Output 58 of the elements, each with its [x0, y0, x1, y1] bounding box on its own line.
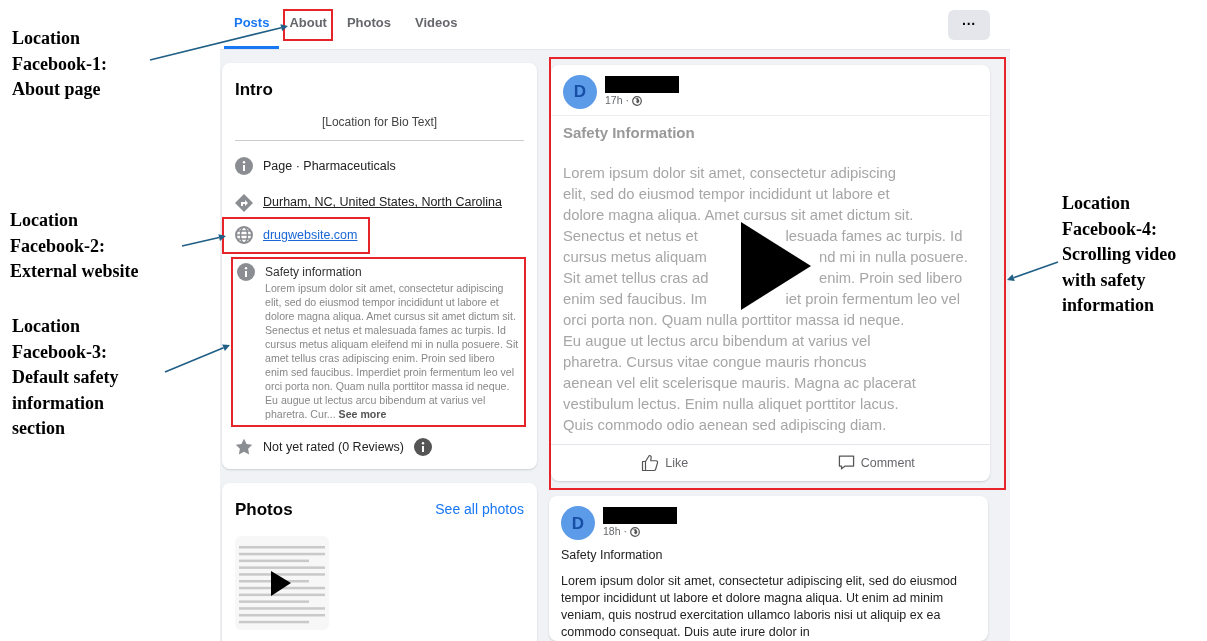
video-text-line: iet proin fermentum leo vel: [785, 289, 960, 309]
tab[interactable]: Photos: [336, 0, 401, 49]
annotation-label: Location Facebook-3: Default safety information section: [12, 315, 119, 440]
tab[interactable]: About: [285, 13, 331, 36]
video-text-line: lesuada fames ac turpis. Id: [785, 226, 963, 246]
more-button[interactable]: ···: [948, 9, 990, 40]
star-icon: [235, 438, 253, 457]
video-text-line: dolore magna aliqua. Amet cursus sit amet dictum sit.: [563, 205, 914, 225]
annotation-label: Location Facebook-4: Scrolling video with safety information: [1062, 192, 1177, 317]
location-link[interactable]: Durham, NC, United States, North Carolina: [263, 193, 502, 212]
thumbs-up-icon: [641, 453, 660, 472]
avatar: D: [563, 75, 597, 109]
video-text-line: Eu augue ut lectus arcu bibendum at varius vel: [563, 331, 871, 351]
globe-icon: [629, 526, 640, 537]
video-text-line: Sit amet tellus cras ad: [563, 268, 709, 288]
comment-icon: [837, 454, 855, 472]
info-icon: [414, 438, 433, 457]
video-text-line: vestibulum lectus. Enim nulla aliquet porttitor lacus.: [563, 394, 899, 414]
video-text-line: nd mi in nulla posuere.: [819, 247, 968, 267]
card-title: Photos: [235, 498, 293, 521]
video-text-line: elit, sed do eiusmod tempor incididunt ut labore et: [563, 184, 890, 204]
video-text-line: pharetra. Cursus vitae congue mauris rhoncus: [563, 352, 867, 372]
card-title: Intro: [235, 79, 274, 101]
video-text-line: Quis commodo odio aenean sed adipiscing diam.: [563, 415, 887, 435]
see-all-link[interactable]: See all photos: [435, 498, 524, 520]
avatar: D: [561, 506, 595, 541]
post-text: Lorem ipsum dolor sit amet, consectetur adipiscing elit, sed do eiusmod tempor incididunt ut labore et dolore magna aliqua. Ut enim ad minim veniam, quis nostrud exercitation ullamco laboris nisi ut aliquip ex ea commodo consequat. Duis aute irure dolor in: [560, 573, 959, 641]
category-text: Page · Pharmaceuticals: [263, 157, 396, 175]
tab[interactable]: Posts: [224, 0, 280, 49]
tab[interactable]: Videos: [405, 0, 468, 49]
video-text-line: aenean vel elit scelerisque mauris. Magna ac placerat: [563, 373, 916, 393]
rating-text: Not yet rated (0 Reviews): [263, 438, 405, 456]
video-title: Safety Information: [563, 123, 696, 143]
video-text-line: Senectus et netus et: [563, 226, 698, 246]
safety-text: Lorem ipsum dolor sit amet, consectetur adipiscing elit, sed do eiusmod tempor incididunt ut labore et dolore magna aliqua. Amet cursus sit amet dictum sit. Senectus et netus et malesuada fames ac turpis. Id cursus metus aliquam eleifend mi in nulla posuere. Sit amet tellus cras adipiscing enim. Proin sed libero enim sed faucibus. Imperdiet proin fermentum leo vel orci porta non. Quam nulla porttitor massa id neque. Eu augue ut lectus arcu bibendum at varius vel pharetra. Cur... See more: [265, 280, 519, 421]
video-text-line: orci porta non. Quam nulla porttitor massa id neque.: [563, 310, 905, 330]
annotation-arrow: [164, 344, 230, 373]
video-text-line: enim. Proin sed libero: [819, 268, 963, 288]
video-text-line: cursus metus aliquam: [563, 247, 707, 267]
video-text-line: Lorem ipsum dolor sit amet, consectetur adipiscing: [563, 163, 897, 183]
like-button[interactable]: Like: [559, 449, 771, 477]
annotation-label: Location Facebook-1: About page: [12, 27, 107, 101]
info-icon: [237, 262, 255, 281]
section-title: Safety information: [265, 263, 363, 281]
post-time: 18h ·: [603, 523, 627, 539]
website-link[interactable]: drugwebsite.com: [263, 226, 358, 245]
annotation-arrow: [181, 234, 226, 247]
post-title: Safety Information: [560, 547, 664, 565]
post-time: 17h ·: [605, 92, 629, 108]
info-icon: [235, 156, 253, 175]
comment-button[interactable]: Comment: [770, 449, 982, 477]
annotation-label: Location Facebook-2: External website: [10, 209, 139, 283]
video-text-line: enim sed faucibus. Im: [563, 289, 707, 309]
direction-icon: [235, 193, 253, 212]
globe-icon: [235, 226, 253, 245]
bio-text: [Location for Bio Text]: [235, 112, 524, 141]
annotation-arrow: [1007, 261, 1059, 281]
globe-icon: [631, 95, 642, 106]
